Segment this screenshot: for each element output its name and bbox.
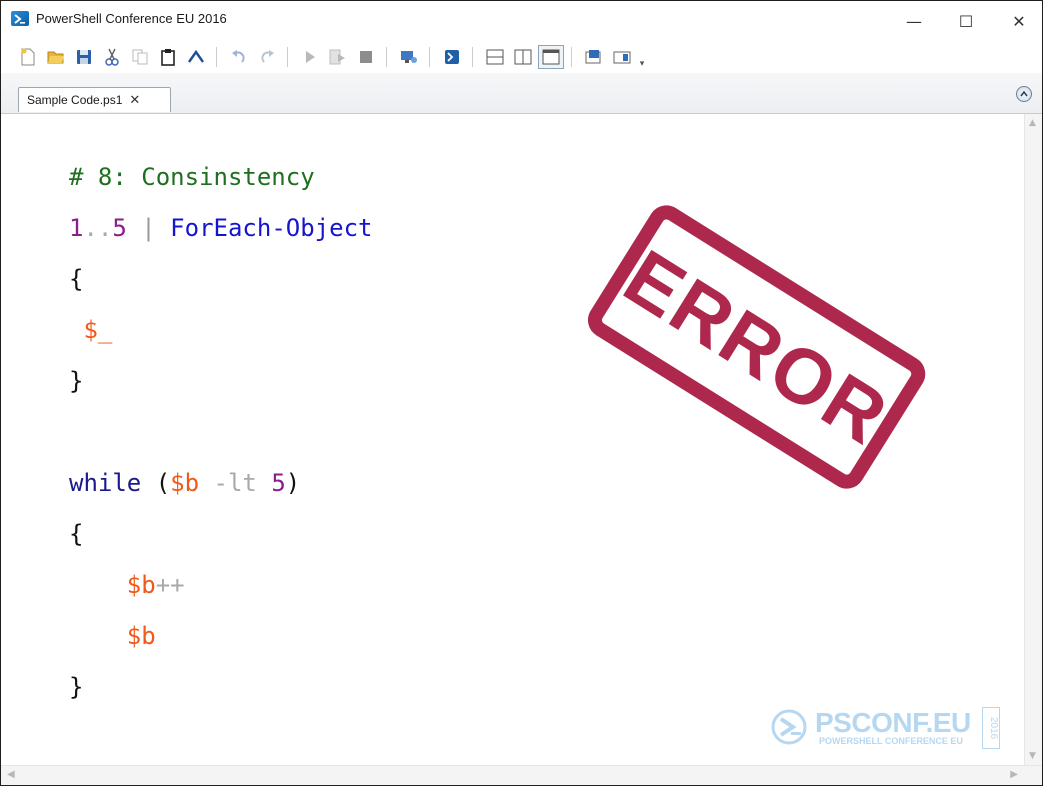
save-icon[interactable] xyxy=(71,45,97,69)
error-stamp-border: ERROR xyxy=(581,198,933,496)
run-selection-icon[interactable] xyxy=(325,45,351,69)
logo-year: 2016 xyxy=(982,707,1000,749)
code-line: { xyxy=(69,519,83,549)
paste-icon[interactable] xyxy=(155,45,181,69)
code-line: $b++ xyxy=(69,570,185,600)
cut-icon[interactable] xyxy=(99,45,125,69)
psconf-logo: PSCONF.EU POWERSHELL CONFERENCE EU 2016 xyxy=(769,705,1009,751)
code-token-plain: } xyxy=(69,367,84,395)
code-token-plain: ( xyxy=(141,469,171,497)
stop-icon[interactable] xyxy=(353,45,379,69)
code-token-plain: { xyxy=(69,520,84,548)
undo-icon[interactable] xyxy=(226,45,252,69)
scroll-down-icon[interactable]: ▼ xyxy=(1029,751,1036,761)
code-token-plain: { xyxy=(69,265,84,293)
show-commands-icon[interactable] xyxy=(609,45,635,69)
toolbar-separator xyxy=(287,47,288,67)
code-token-comment: # 8: Consinstency xyxy=(69,163,315,191)
psconf-logo-icon xyxy=(771,709,807,745)
new-icon[interactable] xyxy=(15,45,41,69)
powershell-console-icon[interactable] xyxy=(439,45,465,69)
error-stamp-text: ERROR xyxy=(609,232,904,462)
scroll-up-icon[interactable]: ▲ xyxy=(1029,118,1036,128)
toolbar-overflow-icon[interactable]: ▾ xyxy=(635,45,649,69)
redo-icon[interactable] xyxy=(254,45,280,69)
code-line: } xyxy=(69,672,83,702)
open-icon[interactable] xyxy=(43,45,69,69)
code-token-plain: ) xyxy=(285,469,301,497)
code-token-number: 5 xyxy=(271,469,286,497)
code-token-number: 1 xyxy=(69,214,84,242)
code-token-pipe: | xyxy=(126,214,171,242)
tab-close-icon[interactable]: ✕ xyxy=(129,93,140,108)
tab-strip: Sample Code.ps1 ✕ xyxy=(1,73,1042,114)
code-line: # 8: Consinstency xyxy=(69,162,315,192)
scroll-right-icon[interactable]: ▶ xyxy=(1010,769,1018,780)
toolbar-separator xyxy=(216,47,217,67)
scroll-left-icon[interactable]: ◀ xyxy=(7,769,15,780)
remote-powershell-icon[interactable] xyxy=(396,45,422,69)
layout-max-icon[interactable] xyxy=(538,45,564,69)
code-token-var: $b xyxy=(170,469,200,497)
show-script-pane-icon[interactable] xyxy=(581,45,607,69)
maximize-button[interactable]: ☐ xyxy=(947,7,985,35)
copy-icon[interactable] xyxy=(127,45,153,69)
code-token-var: $b xyxy=(126,622,156,650)
collapse-script-pane-icon[interactable] xyxy=(1016,86,1032,102)
tab-label: Sample Code.ps1 xyxy=(27,93,123,107)
toolbar-separator xyxy=(571,47,572,67)
run-icon[interactable] xyxy=(297,45,323,69)
toolbar-separator xyxy=(429,47,430,67)
layout-top-icon[interactable] xyxy=(482,45,508,69)
powershell-app-icon xyxy=(11,11,29,26)
title-bar: PowerShell Conference EU 2016 — ☐ ✕ xyxy=(1,1,1042,41)
code-line: 1..5 | ForEach-Object xyxy=(69,213,372,243)
toolbar: ▾ xyxy=(1,41,1042,73)
code-token-var: $_ xyxy=(69,316,113,344)
logo-title: PSCONF.EU xyxy=(815,707,971,738)
code-token-keyword: while xyxy=(69,469,142,497)
code-token-number: 5 xyxy=(112,214,127,242)
code-token-op: .. xyxy=(83,214,113,242)
layout-right-icon[interactable] xyxy=(510,45,536,69)
powershell-prompt-icon[interactable] xyxy=(183,45,209,69)
logo-subtitle: POWERSHELL CONFERENCE EU xyxy=(819,736,963,746)
horizontal-scrollbar[interactable]: ◀ ▶ xyxy=(1,765,1042,785)
code-line: } xyxy=(69,366,83,396)
code-token-cmdlet: ForEach-Object xyxy=(170,214,373,242)
code-line: { xyxy=(69,264,83,294)
script-editor[interactable]: # 8: Consinstency 1..5 | ForEach-Object{ … xyxy=(1,114,1024,765)
minimize-button[interactable]: — xyxy=(895,7,933,35)
code-line: $_ xyxy=(69,315,112,345)
window-title: PowerShell Conference EU 2016 xyxy=(36,11,227,26)
powershell-ise-window: PowerShell Conference EU 2016 — ☐ ✕ ▾ Sa… xyxy=(0,0,1043,786)
code-token-op: -lt xyxy=(199,469,272,497)
toolbar-separator xyxy=(472,47,473,67)
tab-sample-code[interactable]: Sample Code.ps1 ✕ xyxy=(18,87,171,112)
code-token-var: $b xyxy=(126,571,156,599)
error-stamp: ERROR xyxy=(560,198,933,530)
toolbar-separator xyxy=(386,47,387,67)
code-line: $b xyxy=(69,621,156,651)
close-button[interactable]: ✕ xyxy=(1000,7,1038,35)
code-line: while ($b -lt 5) xyxy=(69,468,300,498)
vertical-scrollbar[interactable]: ▲ ▼ xyxy=(1024,114,1042,765)
code-token-op: ++ xyxy=(155,571,185,599)
code-token-plain: } xyxy=(69,673,84,701)
